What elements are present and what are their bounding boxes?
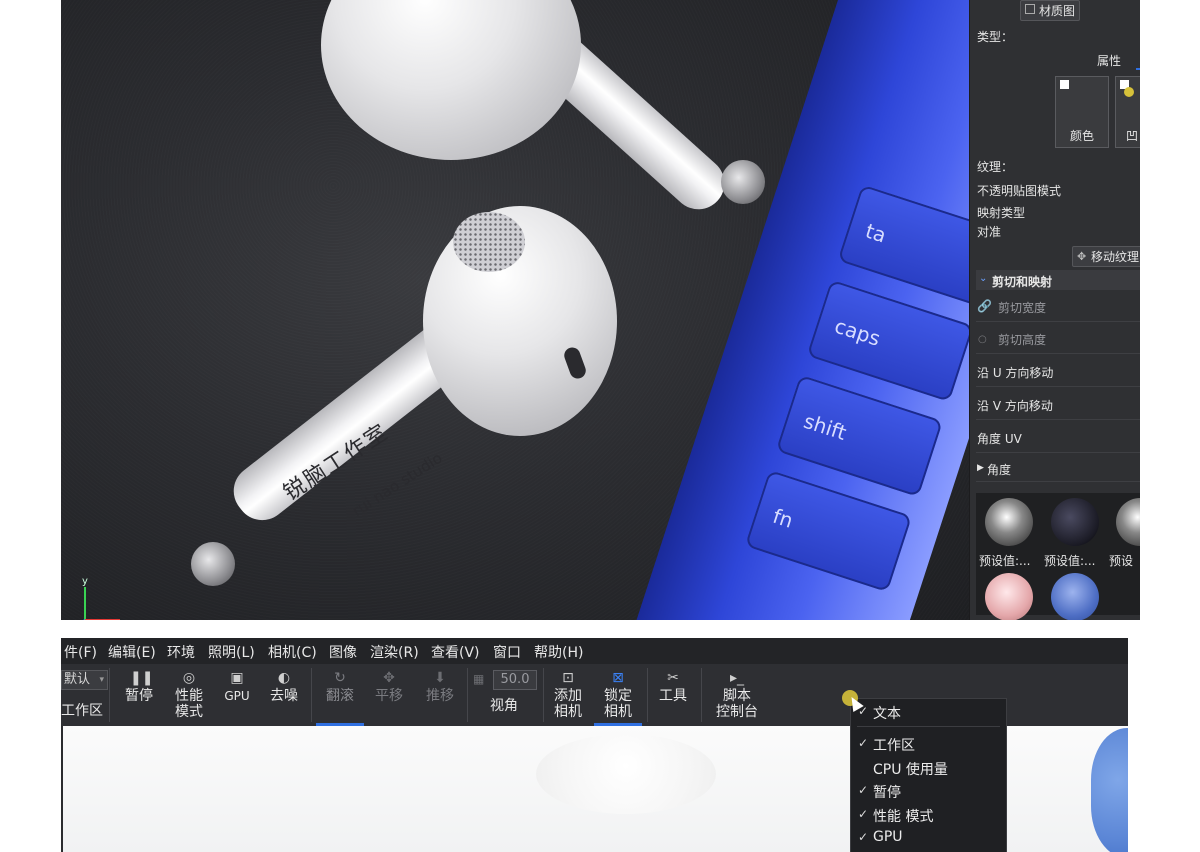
pause-icon: ❚❚ <box>130 670 154 686</box>
toolbar-separator <box>311 668 312 722</box>
attributes-tab[interactable]: 属性 <box>1097 52 1121 69</box>
check-icon: ✓ <box>858 783 869 797</box>
color-swatch[interactable]: 颜色 <box>1055 76 1109 148</box>
preset-ball-5[interactable] <box>1051 573 1099 620</box>
menu-image[interactable]: 图像 <box>329 642 357 662</box>
move-texture-button[interactable]: ✥ 移动纹理 <box>1072 246 1140 267</box>
denoise-icon: ◐ <box>277 670 291 686</box>
section-cut-and-map[interactable]: ⌄ 剪切和映射 <box>976 270 1140 290</box>
unlink-icon[interactable]: ○ <box>978 334 987 345</box>
bump-swatch[interactable]: 凹 <box>1115 76 1140 148</box>
lock-camera-button[interactable]: ⊠ 锁定 相机 <box>594 664 642 726</box>
cut-height-row[interactable]: ○ 剪切高度 <box>976 322 1140 354</box>
preset-ball-2[interactable] <box>1051 498 1099 546</box>
menu-environment[interactable]: 环境 <box>167 642 195 662</box>
pan-icon: ✥ <box>383 670 395 686</box>
preset-library: 预设值:... 预设值:... 预设 <box>976 493 1140 620</box>
pause-button[interactable]: ❚❚ 暂停 <box>119 664 159 726</box>
dolly-button[interactable]: ⬇ 推移 <box>418 664 462 726</box>
move-u-row[interactable]: 沿 U 方向移动 <box>976 355 1140 387</box>
screen: ta caps shift fn 锐脑工作室 rui nao studio y … <box>0 0 1200 852</box>
menu-divider <box>857 726 1000 727</box>
chip-icon: ▣ <box>230 670 244 686</box>
chevron-right-icon: ▶ <box>977 463 984 473</box>
tumble-button[interactable]: ↻ 翻滚 <box>316 664 364 726</box>
menu-bar: 件(F) 编辑(E) 环境 照明(L) 相机(C) 图像 渲染(R) 查看(V)… <box>61 638 1128 664</box>
toolbar-separator <box>467 668 468 722</box>
gpu-button[interactable]: ▣ GPU <box>217 664 257 726</box>
camera-plus-icon: ⊡ <box>562 670 574 686</box>
preset-ball-4[interactable] <box>985 573 1033 620</box>
chevron-down-icon: ⌄ <box>979 273 988 284</box>
tools-button[interactable]: ✂ 工具 <box>653 664 693 726</box>
menu-help[interactable]: 帮助(H) <box>534 642 583 662</box>
properties-panel: 材质图 类型： 属性 颜色 凹 纹理： 不透明贴图模式 映射类型 对准 ✥ 移动… <box>969 0 1140 620</box>
texture-label: 纹理： <box>977 160 1014 174</box>
workspace-label: 工作区 <box>61 703 103 719</box>
terminal-icon: ▸_ <box>729 670 745 686</box>
render-viewport[interactable]: ta caps shift fn 锐脑工作室 rui nao studio y <box>61 0 969 620</box>
material-graph-button[interactable]: 材质图 <box>1020 0 1081 21</box>
tools-icon: ✂ <box>667 670 679 686</box>
toolbar-separator <box>701 668 702 722</box>
align-label[interactable]: 对准 <box>977 223 1001 240</box>
earbud-speaker-grille <box>453 212 525 272</box>
link-icon[interactable]: 🔗 <box>977 299 992 313</box>
menu-file[interactable]: 件(F) <box>64 642 97 662</box>
menu-camera[interactable]: 相机(C) <box>268 642 317 662</box>
check-icon: ✓ <box>858 807 869 821</box>
menu-window[interactable]: 窗口 <box>493 642 521 662</box>
mapping-type[interactable]: 映射类型 <box>977 204 1025 221</box>
white-model <box>536 734 716 814</box>
camera-lock-icon: ⊠ <box>612 670 624 686</box>
preset-ball-1[interactable] <box>985 498 1033 546</box>
toolbar-separator <box>647 668 648 722</box>
denoise-button[interactable]: ◐ 去噪 <box>264 664 304 726</box>
check-icon: ✓ <box>858 830 869 844</box>
axis-y-label: y <box>82 576 88 587</box>
type-label: 类型： <box>977 30 1014 44</box>
menu-item-cpu-usage[interactable]: CPU 使用量 <box>851 757 1006 779</box>
preset-select[interactable]: 默认 ▾ <box>61 670 108 690</box>
toolbar-customize-menu: ✓ 文本 ✓ 工作区 CPU 使用量 ✓ 暂停 ✓ 性能 模式 ✓ GPU <box>850 698 1007 852</box>
swatch-checkbox[interactable] <box>1060 80 1069 89</box>
dolly-icon: ⬇ <box>434 670 446 686</box>
menu-item-gpu[interactable]: ✓ GPU <box>851 827 1006 849</box>
menu-view[interactable]: 查看(V) <box>431 642 480 662</box>
toolbar-separator <box>109 668 110 722</box>
menu-item-workspace[interactable]: ✓ 工作区 <box>851 733 1006 755</box>
menu-item-pause[interactable]: ✓ 暂停 <box>851 780 1006 802</box>
check-icon: ✓ <box>858 736 869 750</box>
menu-item-performance-mode[interactable]: ✓ 性能 模式 <box>851 804 1006 826</box>
menu-render[interactable]: 渲染(R) <box>370 642 419 662</box>
performance-mode-button[interactable]: ◎ 性能 模式 <box>167 664 211 726</box>
cut-width-row[interactable]: 🔗 剪切宽度 <box>976 290 1140 322</box>
earbud-upper-cap <box>721 160 765 204</box>
rotate-icon: ↻ <box>334 670 346 686</box>
graph-icon <box>1025 4 1035 14</box>
key-shift: shift <box>775 374 944 498</box>
key-fn: fn <box>744 469 913 593</box>
view-angle-label: 视角 <box>490 698 518 714</box>
move-icon: ✥ <box>1077 250 1087 263</box>
app-window-bottom: 件(F) 编辑(E) 环境 照明(L) 相机(C) 图像 渲染(R) 查看(V)… <box>61 638 1128 852</box>
angle-uv-row[interactable]: 角度 UV <box>976 421 1140 453</box>
tab-indicator <box>1136 68 1140 70</box>
preset-ball-3[interactable] <box>1116 498 1140 546</box>
chevron-down-icon: ▾ <box>99 675 104 685</box>
toolbar-separator <box>543 668 544 722</box>
add-camera-button[interactable]: ⊡ 添加 相机 <box>548 664 588 726</box>
script-console-button[interactable]: ▸_ 脚本 控制台 <box>711 664 763 726</box>
cursor-highlight <box>1124 87 1134 97</box>
menu-item-text[interactable]: ✓ 文本 <box>851 701 1006 723</box>
angle-row[interactable]: ▶ 角度 <box>976 452 1140 482</box>
pan-button[interactable]: ✥ 平移 <box>369 664 409 726</box>
performance-icon: ◎ <box>182 670 196 686</box>
menu-lighting[interactable]: 照明(L) <box>208 642 255 662</box>
menu-edit[interactable]: 编辑(E) <box>108 642 156 662</box>
move-v-row[interactable]: 沿 V 方向移动 <box>976 388 1140 420</box>
earbud-lower-cap <box>191 542 235 586</box>
opacity-map-mode[interactable]: 不透明贴图模式 <box>977 182 1061 199</box>
